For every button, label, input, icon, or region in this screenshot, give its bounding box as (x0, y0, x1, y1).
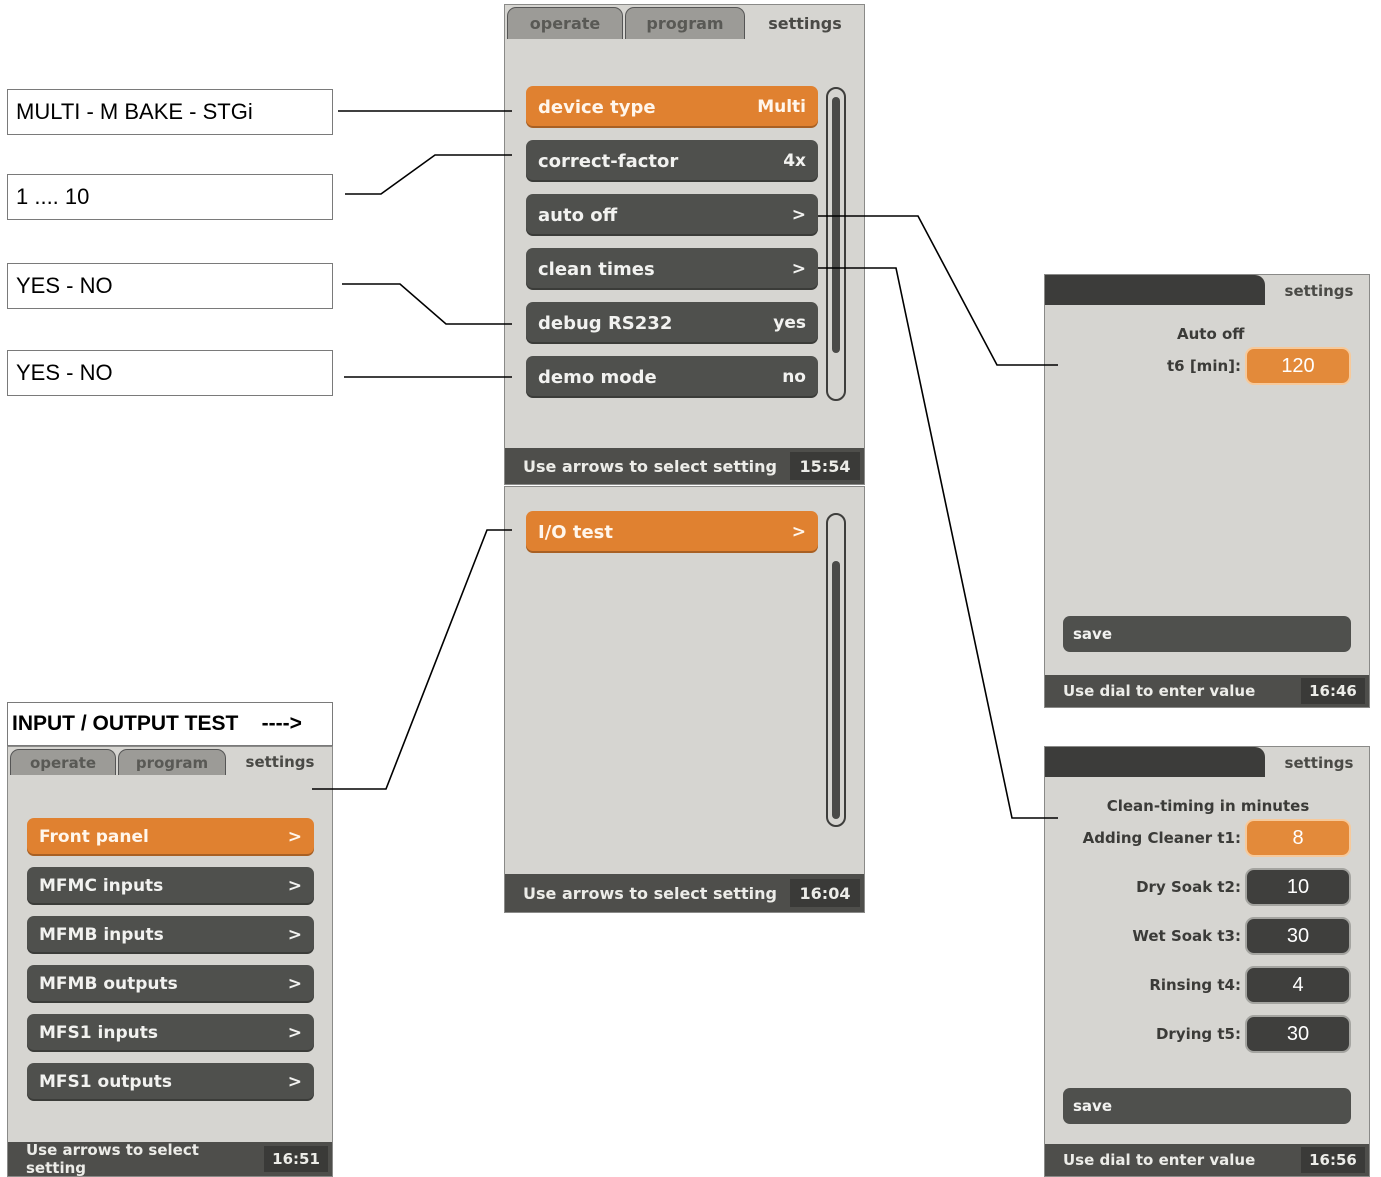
connector-lines (312, 110, 1058, 819)
connector-auto-off (818, 215, 1058, 366)
connector-io-test (312, 529, 512, 790)
connector-debug (342, 283, 512, 325)
connector-correct-factor (345, 154, 512, 195)
connector-clean-times (818, 267, 1058, 819)
